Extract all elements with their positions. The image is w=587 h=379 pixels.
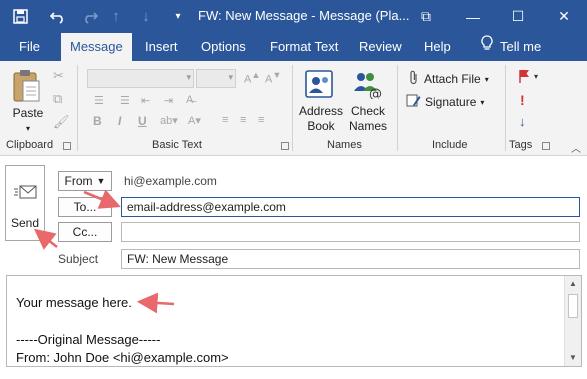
tell-me-box[interactable]: Tell me (472, 33, 550, 61)
check-names-label-1[interactable]: Check (345, 104, 391, 119)
chevron-down-icon: ▼ (96, 176, 106, 186)
copy-icon[interactable]: ⧉ (53, 91, 62, 107)
tab-review[interactable]: Review (350, 33, 411, 61)
font-name-dropdown[interactable]: ▾ (87, 69, 194, 88)
cut-icon[interactable]: ✂ (53, 68, 64, 84)
tab-insert[interactable]: Insert (136, 33, 187, 61)
send-label: Send (10, 216, 40, 230)
increase-indent-icon[interactable]: ⇥ (164, 94, 173, 107)
tags-launcher-icon[interactable] (542, 142, 550, 150)
paste-button-label[interactable]: Paste (12, 106, 44, 121)
signature-button[interactable]: Signature ▾ (406, 93, 484, 111)
paperclip-icon (408, 70, 420, 88)
tab-message[interactable]: Message (61, 33, 132, 61)
paste-icon[interactable] (11, 69, 43, 108)
tab-options[interactable]: Options (192, 33, 255, 61)
collapse-ribbon-icon[interactable]: ︿ (571, 140, 581, 155)
from-address: hi@example.com (124, 174, 217, 188)
attach-file-button[interactable]: Attach File ▾ (408, 70, 489, 88)
underline-button[interactable]: U (138, 114, 147, 128)
up-arrow-icon[interactable]: ↑ (102, 0, 130, 33)
align-center-icon[interactable]: ≡ (240, 114, 246, 126)
scroll-down-icon[interactable]: ▼ (565, 350, 581, 366)
to-button[interactable]: To... (58, 197, 112, 217)
to-field[interactable]: email-address@example.com (121, 197, 580, 217)
check-names-label-2[interactable]: Names (345, 119, 391, 134)
body-line: -----Original Message----- (16, 332, 161, 347)
message-body[interactable]: Your message here. -----Original Message… (6, 275, 582, 367)
redo-icon[interactable] (76, 0, 104, 33)
numbering-icon[interactable]: ☰ (120, 94, 130, 107)
subject-field[interactable]: FW: New Message (121, 249, 580, 269)
send-button[interactable]: Send (5, 165, 45, 241)
restore-ribbon-icon[interactable]: ⧉ (403, 0, 449, 33)
clipboard-group-label: Clipboard (6, 139, 54, 151)
tab-file[interactable]: File (10, 33, 49, 61)
font-size-dropdown[interactable]: ▾ (196, 69, 236, 88)
tab-format-text[interactable]: Format Text (261, 33, 347, 61)
highlight-icon[interactable]: ab▾ (160, 114, 178, 127)
svg-text:@: @ (369, 87, 382, 99)
bullets-icon[interactable]: ☰ (94, 94, 104, 107)
address-book-label-1[interactable]: Address (298, 104, 344, 119)
format-painter-icon[interactable]: 🖌 (53, 114, 70, 130)
basic-text-launcher-icon[interactable] (281, 142, 289, 150)
group-divider (292, 65, 293, 151)
tell-me-label: Tell me (500, 39, 542, 54)
maximize-button[interactable]: ☐ (495, 0, 541, 33)
italic-button[interactable]: I (118, 114, 121, 128)
undo-icon[interactable] (44, 0, 72, 33)
high-importance-icon[interactable]: ! (520, 92, 525, 108)
tab-help[interactable]: Help (415, 33, 460, 61)
address-book-icon[interactable] (304, 69, 336, 102)
scrollbar-thumb[interactable] (568, 294, 578, 318)
tags-group-label: Tags (509, 139, 533, 151)
group-divider (505, 65, 506, 151)
minimize-button[interactable]: — (450, 0, 496, 33)
names-group-label: Names (327, 139, 362, 151)
scroll-up-icon[interactable]: ▲ (565, 276, 581, 292)
clipboard-launcher-icon[interactable] (63, 142, 71, 150)
chevron-down-icon: ▾ (484, 74, 489, 84)
grow-font-icon[interactable]: A▲ (244, 70, 260, 86)
low-importance-icon[interactable]: ↓ (519, 114, 526, 129)
send-icon (14, 183, 38, 208)
font-color-icon[interactable]: A▾ (188, 114, 201, 127)
window-title: FW: New Message - Message (Pla... (198, 8, 410, 23)
close-button[interactable]: ✕ (541, 0, 587, 33)
align-left-icon[interactable]: ≡ (222, 114, 228, 126)
group-divider (397, 65, 398, 151)
from-button[interactable]: From ▼ (58, 171, 112, 191)
customize-icon[interactable]: ▾ (164, 0, 192, 33)
attach-file-label: Attach File (424, 72, 481, 86)
from-label: From (64, 174, 93, 188)
chevron-down-icon: ▾ (480, 97, 485, 107)
down-arrow-icon[interactable]: ↓ (132, 0, 160, 33)
ribbon-tabs: File Message Insert Options Format Text … (0, 33, 587, 61)
address-book-label-2[interactable]: Book (298, 119, 344, 134)
align-right-icon[interactable]: ≡ (258, 114, 264, 126)
group-divider (77, 65, 78, 151)
check-names-icon[interactable]: @ (352, 69, 384, 102)
subject-label: Subject (58, 252, 99, 266)
lightbulb-icon (481, 33, 493, 61)
cc-button[interactable]: Cc... (58, 222, 112, 242)
body-line: From: John Doe <hi@example.com> (16, 350, 229, 365)
save-icon[interactable] (6, 0, 34, 33)
decrease-indent-icon[interactable]: ⇤ (141, 94, 150, 107)
include-group-label: Include (432, 139, 468, 151)
paste-chevron-icon[interactable]: ▾ (22, 121, 34, 136)
signature-label: Signature (425, 95, 477, 109)
cc-field[interactable] (121, 222, 580, 242)
vertical-scrollbar[interactable]: ▲ ▼ (564, 276, 581, 366)
clear-formatting-icon[interactable]: A̶ (186, 94, 193, 106)
body-line: Your message here. (16, 295, 132, 310)
follow-up-flag-icon[interactable]: ▾ (518, 69, 538, 84)
basic-text-group-label: Basic Text (152, 139, 202, 151)
signature-icon (406, 93, 421, 111)
shrink-font-icon[interactable]: A▼ (265, 70, 281, 86)
ribbon: Paste ▾ ✂ ⧉ 🖌 Clipboard ▾ ▾ A▲ A▼ ☰ ☰ ⇤ … (0, 61, 587, 156)
title-bar: ↑ ↓ ▾ FW: New Message - Message (Pla... … (0, 0, 587, 33)
bold-button[interactable]: B (93, 114, 102, 128)
